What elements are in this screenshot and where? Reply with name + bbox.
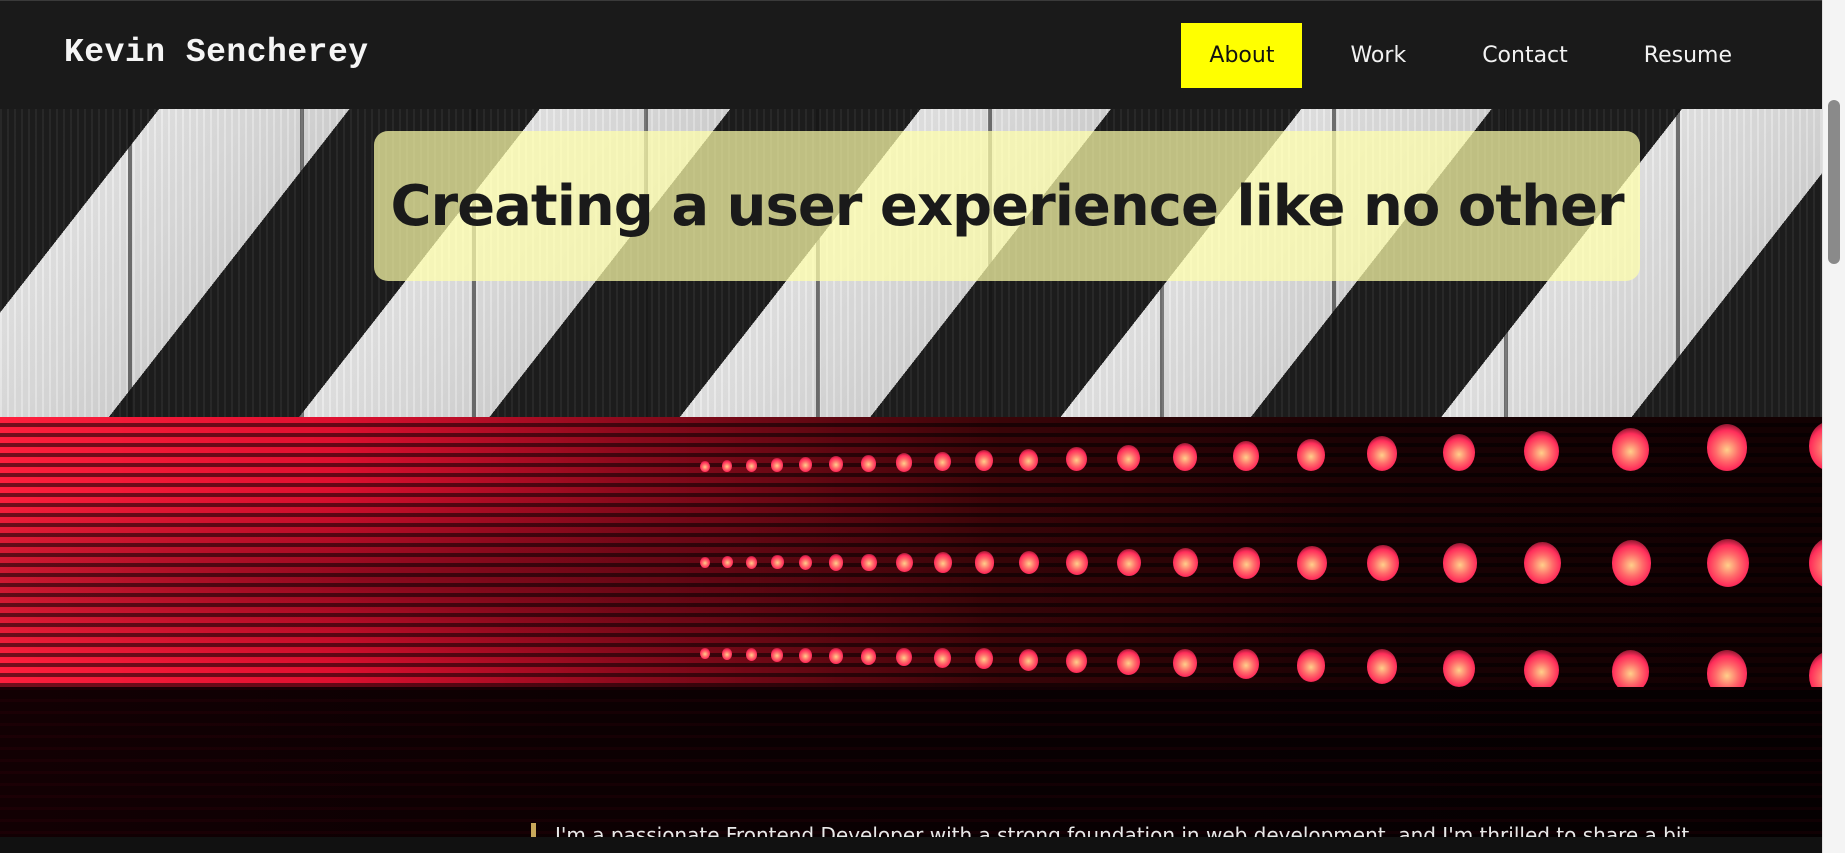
led-light bbox=[829, 554, 844, 571]
hero-striped-background: Creating a user experience like no other bbox=[0, 109, 1822, 417]
led-light bbox=[1442, 543, 1477, 583]
led-light bbox=[1117, 648, 1141, 675]
led-light bbox=[1232, 546, 1261, 579]
led-light bbox=[700, 460, 710, 472]
led-light bbox=[1611, 650, 1650, 687]
led-light bbox=[861, 648, 877, 666]
scrollbar-thumb[interactable] bbox=[1828, 100, 1840, 264]
led-light bbox=[745, 647, 757, 661]
led-light bbox=[1611, 540, 1652, 586]
bottom-edge bbox=[0, 837, 1845, 853]
tagline-box: Creating a user experience like no other bbox=[374, 131, 1640, 281]
intro-paragraph: I'm a passionate Frontend Developer with… bbox=[531, 823, 1689, 837]
led-light bbox=[1232, 649, 1259, 680]
led-light bbox=[1172, 648, 1198, 677]
hero-tagline: Creating a user experience like no other bbox=[390, 173, 1624, 239]
led-light bbox=[1523, 430, 1559, 471]
led-light bbox=[934, 552, 952, 573]
nav-resume[interactable]: Resume bbox=[1616, 23, 1760, 88]
brand-logo-text[interactable]: Kevin Sencherey bbox=[64, 34, 369, 71]
led-light bbox=[722, 556, 733, 569]
led-light bbox=[974, 551, 994, 574]
nav-about[interactable]: About bbox=[1181, 23, 1303, 88]
led-light bbox=[1523, 541, 1561, 585]
led-panel-image bbox=[0, 417, 1822, 687]
led-light bbox=[896, 453, 913, 472]
quote-bar bbox=[531, 823, 536, 837]
about-section: I'm a passionate Frontend Developer with… bbox=[0, 687, 1822, 837]
led-light bbox=[1297, 649, 1326, 682]
reflection-texture bbox=[0, 687, 1822, 837]
page: Kevin Sencherey About Work Contact Resum… bbox=[0, 0, 1845, 853]
led-light bbox=[722, 647, 733, 660]
led-light bbox=[896, 552, 913, 572]
led-light bbox=[934, 648, 951, 668]
led-light bbox=[1297, 545, 1327, 580]
led-light bbox=[799, 457, 812, 472]
led-light bbox=[745, 459, 757, 472]
site-header: Kevin Sencherey About Work Contact Resum… bbox=[0, 0, 1822, 109]
intro-text: I'm a passionate Frontend Developer with… bbox=[555, 823, 1690, 837]
led-light bbox=[799, 648, 812, 663]
led-light bbox=[1066, 648, 1088, 673]
led-light bbox=[700, 647, 710, 659]
led-light bbox=[1442, 433, 1475, 471]
nav-work[interactable]: Work bbox=[1322, 23, 1434, 88]
page-scrollbar[interactable] bbox=[1822, 0, 1845, 853]
led-light bbox=[1706, 424, 1748, 471]
led-light bbox=[722, 459, 733, 472]
led-light bbox=[700, 556, 710, 568]
led-light bbox=[745, 555, 758, 569]
led-light bbox=[1706, 650, 1748, 687]
led-light bbox=[1232, 441, 1259, 472]
led-light bbox=[861, 553, 877, 572]
led-light bbox=[829, 648, 843, 664]
led-light bbox=[1611, 427, 1650, 471]
main-nav: About Work Contact Resume bbox=[1161, 23, 1760, 88]
led-light bbox=[829, 455, 843, 472]
led-light bbox=[861, 454, 877, 472]
led-light bbox=[1367, 544, 1399, 582]
led-light bbox=[1523, 649, 1559, 687]
led-light bbox=[1442, 649, 1475, 687]
led-light bbox=[771, 647, 784, 662]
nav-contact[interactable]: Contact bbox=[1454, 23, 1596, 88]
led-light bbox=[771, 458, 784, 472]
